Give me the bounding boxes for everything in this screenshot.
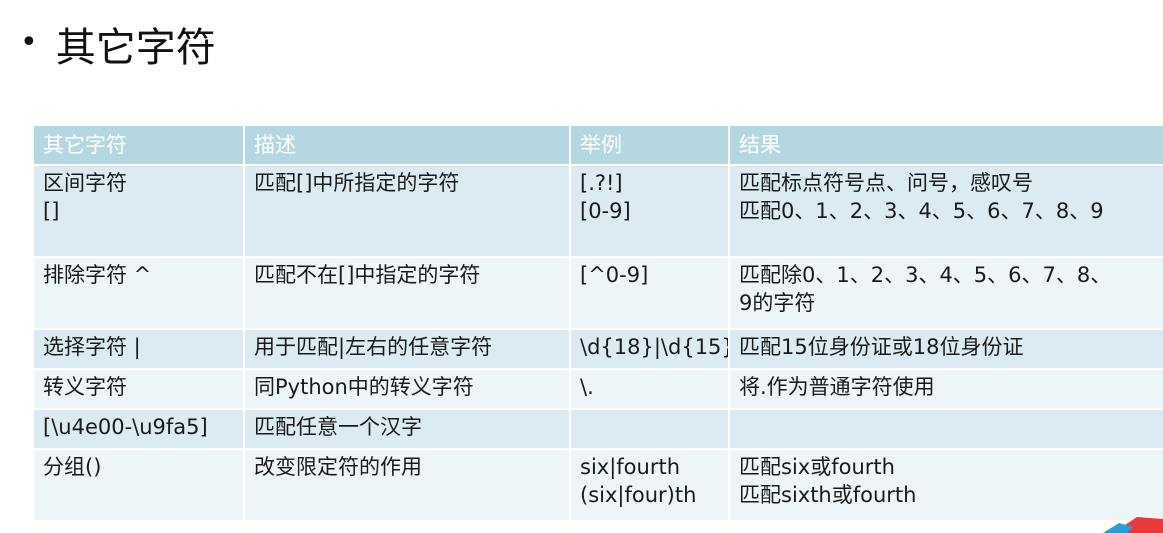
cell-example: \d{18}|\d{15} — [569, 329, 729, 370]
cell-line: 匹配不在[]中指定的字符 — [254, 263, 481, 287]
table-row: 排除字符 ^ 匹配不在[]中指定的字符 [^0-9] 匹配除0、1、2、3、4、… — [34, 257, 1163, 330]
table-header-row: 其它字符 描述 举例 结果 — [34, 126, 1163, 166]
cell-line: 匹配0、1、2、3、4、5、6、7、8、9 — [739, 199, 1104, 223]
cell-line: 匹配15位身份证或18位身份证 — [739, 335, 1024, 359]
cell-line: 分组() — [43, 455, 102, 479]
cell-line: 匹配标点符号点、问号，感叹号 — [739, 171, 1033, 195]
cell-example: [.?!] [0-9] — [569, 165, 729, 258]
header-cell-desc: 描述 — [243, 126, 570, 166]
cell-line: (six|four)th — [580, 483, 697, 507]
cell-line: [^0-9] — [580, 263, 649, 287]
cell-chars: 转义字符 — [34, 369, 244, 410]
cell-chars: [\u4e00-\u9fa5] — [34, 409, 244, 450]
slide-title-text: 其它字符 — [55, 25, 216, 71]
table-row: 分组() 改变限定符的作用 six|fourth (six|four)th 匹配… — [34, 449, 1163, 522]
cell-result: 匹配six或fourth 匹配sixth或fourth — [728, 449, 1163, 522]
table-row: [\u4e00-\u9fa5] 匹配任意一个汉字 — [34, 409, 1163, 450]
bullet-icon: • — [20, 24, 38, 60]
cell-line: 匹配sixth或fourth — [739, 483, 917, 507]
header-cell-chars: 其它字符 — [34, 126, 244, 166]
cell-result: 匹配15位身份证或18位身份证 — [728, 329, 1163, 370]
cell-line: [0-9] — [580, 199, 631, 223]
cell-line: [.?!] — [580, 171, 623, 195]
cell-desc: 匹配不在[]中指定的字符 — [243, 257, 570, 330]
cell-chars: 选择字符 | — [34, 329, 244, 370]
cell-line: 转义字符 — [43, 375, 127, 399]
table-row: 选择字符 | 用于匹配|左右的任意字符 \d{18}|\d{15} 匹配15位身… — [34, 329, 1163, 370]
table-row: 区间字符 [] 匹配[]中所指定的字符 [.?!] [0-9] 匹配标点符号点、… — [34, 165, 1163, 258]
cell-line: 匹配除0、1、2、3、4、5、6、7、8、 — [739, 263, 1112, 287]
cell-line: [\u4e00-\u9fa5] — [43, 415, 208, 439]
cell-chars: 排除字符 ^ — [34, 257, 244, 330]
header-cell-result: 结果 — [728, 126, 1163, 166]
cell-line: \d{18}|\d{15} — [580, 335, 729, 359]
cell-result: 匹配除0、1、2、3、4、5、6、7、8、 9的字符 — [728, 257, 1163, 330]
cell-line: 匹配six或fourth — [739, 455, 895, 479]
cell-example: \. — [569, 369, 729, 410]
cell-result: 匹配标点符号点、问号，感叹号 匹配0、1、2、3、4、5、6、7、8、9 — [728, 165, 1163, 258]
cell-result: 将.作为普通字符使用 — [728, 369, 1163, 410]
cell-line: six|fourth — [580, 455, 681, 479]
cell-example: six|fourth (six|four)th — [569, 449, 729, 522]
header-cell-example: 举例 — [569, 126, 729, 166]
cell-line: 匹配[]中所指定的字符 — [254, 171, 460, 195]
cell-line: 排除字符 ^ — [43, 263, 152, 287]
cell-example — [569, 409, 729, 450]
cell-line: 匹配任意一个汉字 — [254, 415, 422, 439]
cell-line: 选择字符 | — [43, 335, 141, 359]
regex-table: 其它字符 描述 举例 结果 区间字符 [] 匹配[]中所指定的字符 [.?!] … — [34, 126, 1163, 522]
slide-title: • 其它字符 — [20, 14, 216, 74]
cell-desc: 同Python中的转义字符 — [243, 369, 570, 410]
corner-logo-icon — [1103, 517, 1163, 533]
cell-result — [728, 409, 1163, 450]
cell-chars: 分组() — [34, 449, 244, 522]
cell-desc: 改变限定符的作用 — [243, 449, 570, 522]
table-row: 转义字符 同Python中的转义字符 \. 将.作为普通字符使用 — [34, 369, 1163, 410]
cell-line: 改变限定符的作用 — [254, 455, 422, 479]
cell-desc: 用于匹配|左右的任意字符 — [243, 329, 570, 370]
cell-chars: 区间字符 [] — [34, 165, 244, 258]
cell-line: 用于匹配|左右的任意字符 — [254, 335, 493, 359]
cell-desc: 匹配[]中所指定的字符 — [243, 165, 570, 258]
cell-line: [] — [43, 199, 60, 223]
cell-desc: 匹配任意一个汉字 — [243, 409, 570, 450]
cell-line: \. — [580, 375, 594, 399]
cell-line: 区间字符 — [43, 171, 127, 195]
cell-line: 将.作为普通字符使用 — [739, 375, 935, 399]
cell-example: [^0-9] — [569, 257, 729, 330]
cell-line: 同Python中的转义字符 — [254, 375, 474, 399]
cell-line: 9的字符 — [739, 291, 816, 315]
